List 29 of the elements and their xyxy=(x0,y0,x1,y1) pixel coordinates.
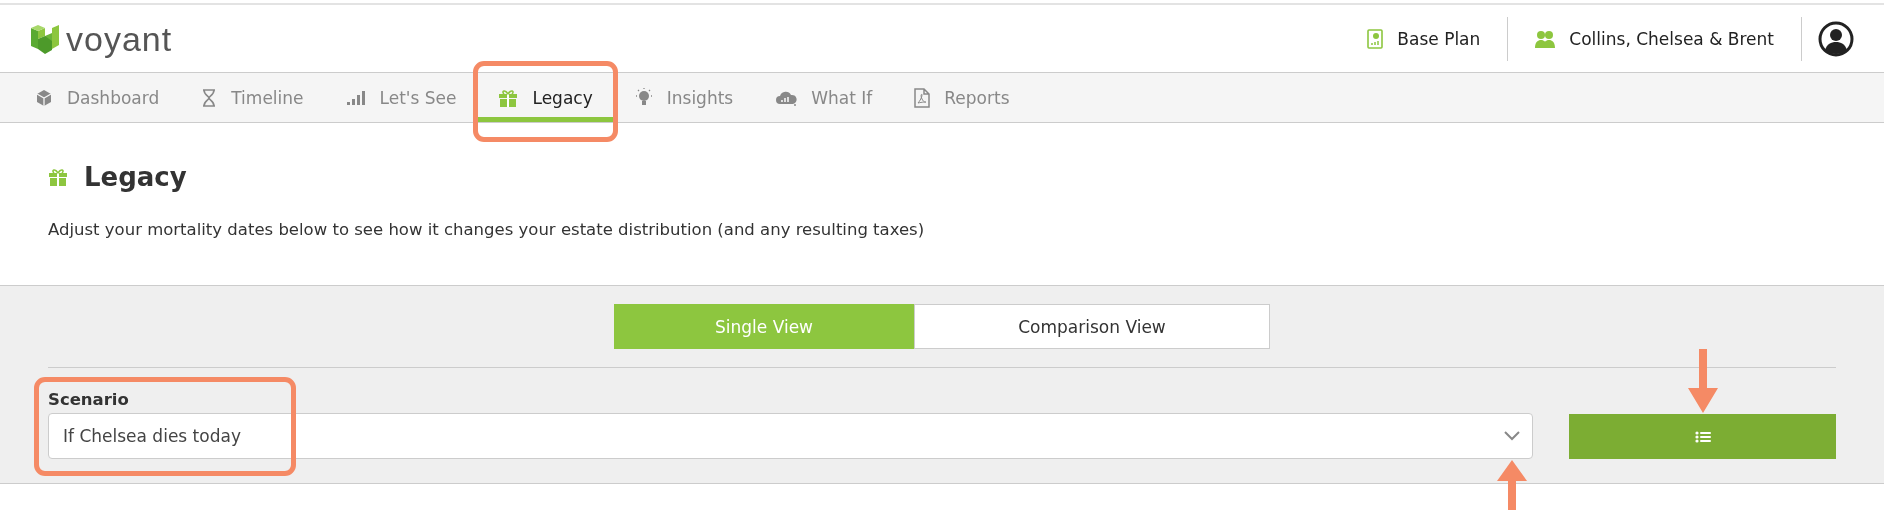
page-title: Legacy xyxy=(84,162,187,192)
hourglass-icon xyxy=(201,88,218,107)
client-link[interactable]: Collins, Chelsea & Brent xyxy=(1508,16,1801,61)
user-avatar-icon[interactable] xyxy=(1818,20,1854,57)
plan-link[interactable]: Base Plan xyxy=(1340,16,1508,61)
logo-icon xyxy=(30,22,60,55)
gift-icon xyxy=(498,88,519,107)
people-icon xyxy=(1535,29,1556,48)
nav-tab[interactable]: What If xyxy=(754,73,894,122)
plan-report-icon xyxy=(1367,28,1384,49)
nav-tab[interactable]: Timeline xyxy=(180,73,325,122)
view-toggle-button[interactable]: Single View xyxy=(614,304,914,349)
bar-chart-icon xyxy=(345,89,366,106)
nav-tab[interactable]: Insights xyxy=(613,73,755,122)
light-bulb-icon xyxy=(634,87,653,108)
nav-tab[interactable]: Dashboard xyxy=(14,73,181,122)
logo-text: voyant xyxy=(66,21,173,56)
pdf-document-icon xyxy=(914,87,931,108)
nav-tab[interactable]: Legacy xyxy=(477,73,614,122)
nav-tab[interactable]: Let's See xyxy=(324,73,478,122)
page-description: Adjust your mortality dates below to see how it changes your estate distribution (and any resulting taxes) xyxy=(48,220,926,239)
view-toggle-button[interactable]: Comparison View xyxy=(914,304,1270,349)
gift-icon xyxy=(48,168,68,186)
list-icon xyxy=(1694,430,1711,443)
field-label: Scenario xyxy=(48,390,129,409)
nav-tab[interactable]: Reports xyxy=(893,73,1031,122)
cube-icon xyxy=(35,88,53,107)
chevron-down-icon xyxy=(1504,431,1520,441)
scenario-dropdown[interactable]: If Chelsea dies today xyxy=(48,413,1533,459)
